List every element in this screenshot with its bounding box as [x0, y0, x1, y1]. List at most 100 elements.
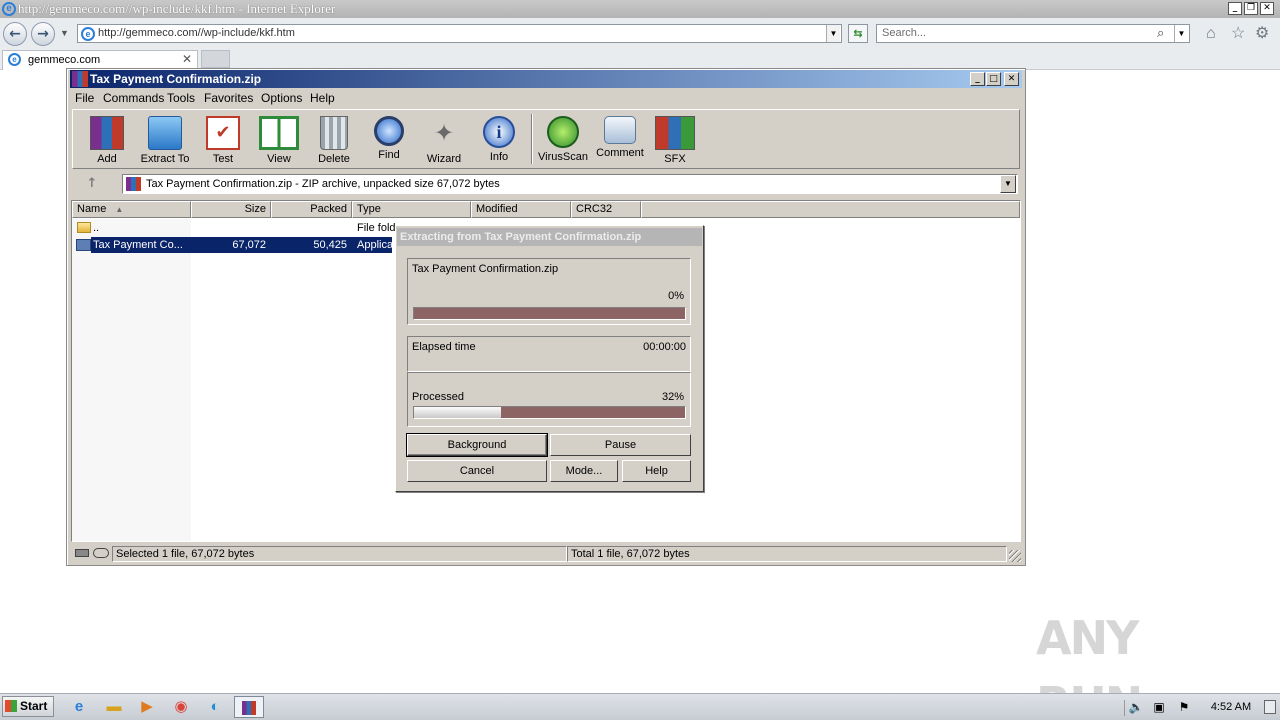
page-favicon-icon: e	[81, 27, 95, 41]
test-checklist-icon: ✔	[206, 116, 240, 150]
sorted-column-shade	[72, 219, 191, 541]
up-folder-button[interactable]: ↑	[78, 175, 106, 193]
delete-button[interactable]: Delete	[304, 116, 364, 165]
extract-to-button[interactable]: Extract To	[135, 116, 195, 165]
tools-gear-icon[interactable]: ⚙	[1255, 25, 1269, 43]
mode-button[interactable]: Mode...	[550, 460, 618, 482]
history-dropdown-icon[interactable]: ▼	[60, 28, 69, 38]
add-button[interactable]: Add	[77, 116, 137, 165]
row-packed: 50,425	[313, 239, 347, 251]
status-total: Total 1 file, 67,072 bytes	[567, 546, 1007, 562]
column-header-name[interactable]: Name ▲	[72, 201, 191, 218]
winrar-close-button[interactable]: ✕	[1004, 72, 1019, 86]
taskbar-media-player-icon[interactable]: ▶	[134, 696, 160, 718]
search-dropdown-icon[interactable]: ▼	[1174, 25, 1188, 42]
add-archive-icon	[90, 116, 124, 150]
drive-icon	[75, 549, 89, 557]
view-button[interactable]: View	[249, 116, 309, 165]
test-button[interactable]: ✔ Test	[193, 116, 253, 165]
taskbar-ie-icon[interactable]: e	[66, 696, 92, 718]
forward-button[interactable]: →	[31, 22, 55, 46]
application-icon	[76, 239, 91, 251]
compatibility-refresh-button[interactable]: ⇆	[848, 24, 868, 43]
search-input[interactable]: Search...	[876, 24, 1190, 43]
home-icon[interactable]: ⌂	[1206, 25, 1216, 43]
winrar-title-bar: Tax Payment Confirmation.zip	[70, 70, 1022, 88]
column-header-crc32[interactable]: CRC32	[571, 201, 641, 218]
extract-to-label: Extract To	[140, 153, 190, 165]
wizard-button[interactable]: ✦ Wizard	[414, 116, 474, 165]
ie-minimize-button[interactable]: _	[1228, 2, 1242, 15]
row-size: 67,072	[232, 239, 266, 251]
sfx-box-icon	[655, 116, 695, 150]
list-row-file[interactable]: Tax Payment Co... 67,072 50,425 Applicat	[72, 237, 392, 253]
network-icon[interactable]: ▣	[1150, 696, 1168, 718]
taskbar-edge-icon[interactable]: ◐	[202, 696, 228, 718]
archive-path-icon	[126, 177, 141, 191]
background-button[interactable]: Background	[407, 434, 547, 456]
ie-title-bar: http://gemmeco.com//wp-include/kkf.htm -…	[0, 0, 1280, 18]
address-dropdown-icon[interactable]: ▼	[826, 25, 840, 42]
resize-grip-icon[interactable]	[1009, 550, 1021, 562]
new-tab-button[interactable]	[201, 50, 230, 68]
winrar-maximize-button[interactable]: □	[986, 72, 1001, 86]
virusscan-label: VirusScan	[538, 151, 588, 163]
tab-gemmeco[interactable]: gemmeco.com	[2, 50, 198, 70]
wizard-wand-icon: ✦	[433, 119, 455, 147]
taskbar-winrar-icon[interactable]	[234, 696, 264, 718]
tab-close-icon[interactable]: ✕	[182, 52, 194, 66]
menu-tools[interactable]: Tools	[167, 89, 195, 108]
menu-options[interactable]: Options	[261, 89, 302, 108]
taskbar-clock[interactable]: 4:52 AM	[1201, 697, 1261, 717]
back-button[interactable]: ←	[3, 22, 27, 46]
column-header-type[interactable]: Type	[352, 201, 471, 218]
column-header-size[interactable]: Size	[191, 201, 271, 218]
sfx-button[interactable]: SFX	[645, 116, 705, 165]
menu-favorites[interactable]: Favorites	[204, 89, 253, 108]
cancel-button[interactable]: Cancel	[407, 460, 547, 482]
path-dropdown-icon[interactable]: ▼	[1000, 175, 1016, 193]
processed-percent: 32%	[661, 391, 684, 403]
search-icon[interactable]: ⌕	[1157, 25, 1164, 41]
menu-commands[interactable]: Commands	[103, 89, 164, 108]
pause-button[interactable]: Pause	[550, 434, 691, 456]
wizard-label: Wizard	[426, 153, 462, 165]
test-label: Test	[212, 153, 234, 165]
view-label: View	[267, 153, 291, 165]
volume-icon[interactable]: 🔈	[1127, 696, 1145, 718]
comment-bubble-icon	[604, 116, 636, 144]
winrar-minimize-button[interactable]: _	[970, 72, 985, 86]
menu-help[interactable]: Help	[310, 89, 335, 108]
add-label: Add	[97, 153, 117, 165]
processed-label: Processed	[412, 391, 464, 403]
address-bar[interactable]: http://gemmeco.com//wp-include/kkf.htm	[77, 24, 842, 43]
taskbar-chrome-icon[interactable]: ◉	[168, 696, 194, 718]
column-header-modified[interactable]: Modified	[471, 201, 571, 218]
winrar-app-icon	[72, 71, 88, 87]
comment-label: Comment	[596, 147, 644, 159]
show-desktop-button[interactable]	[1264, 700, 1276, 714]
favorites-star-icon[interactable]: ☆	[1231, 25, 1245, 43]
extract-folder-icon	[148, 116, 182, 150]
column-name-label: Name	[77, 203, 107, 215]
virusscan-bug-icon	[547, 116, 579, 148]
sort-ascending-icon: ▲	[115, 205, 124, 214]
action-center-flag-icon[interactable]: ⚑	[1175, 696, 1193, 718]
comment-button[interactable]: Comment	[590, 116, 650, 159]
help-button[interactable]: Help	[622, 460, 691, 482]
ie-restore-button[interactable]: ❐	[1244, 2, 1258, 15]
elapsed-label: Elapsed time	[412, 341, 476, 353]
tab-favicon-icon: e	[8, 53, 21, 66]
menu-file[interactable]: File	[75, 89, 94, 108]
winrar-menu-bar: File Commands Tools Favorites Options He…	[70, 89, 1020, 108]
view-book-icon	[259, 116, 299, 150]
column-header-packed[interactable]: Packed	[271, 201, 352, 218]
row-type: File fold	[357, 222, 396, 234]
virusscan-button[interactable]: VirusScan	[533, 116, 593, 163]
tray-separator	[1124, 700, 1125, 716]
info-button[interactable]: i Info	[469, 116, 529, 163]
find-button[interactable]: Find	[359, 116, 419, 161]
archive-path-field[interactable]: Tax Payment Confirmation.zip - ZIP archi…	[122, 174, 1018, 194]
ie-close-button[interactable]: ✕	[1260, 2, 1274, 15]
taskbar-explorer-icon[interactable]: ▬	[101, 696, 127, 718]
